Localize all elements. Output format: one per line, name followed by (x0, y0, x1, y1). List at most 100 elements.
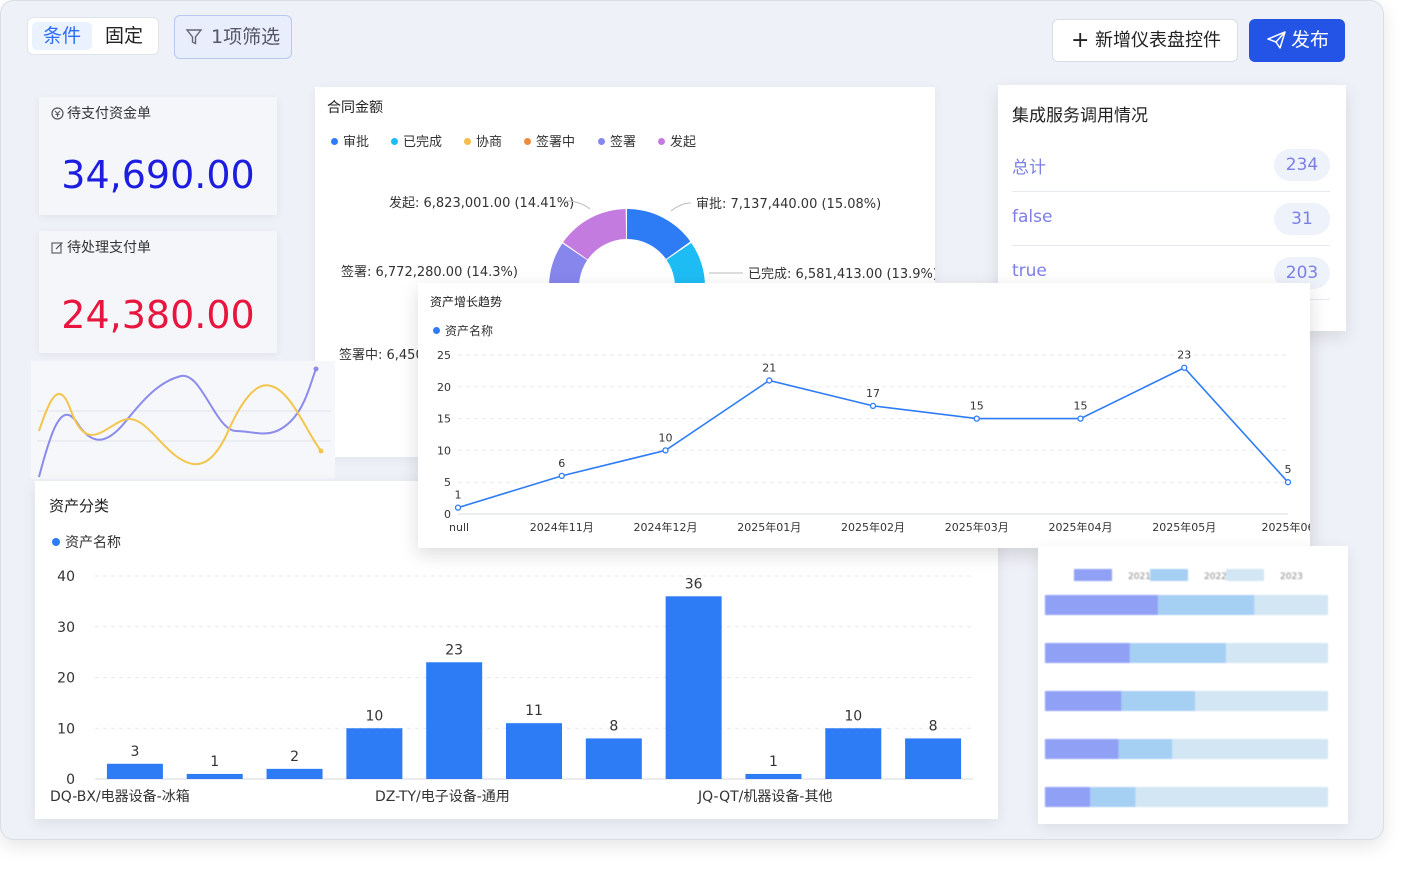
add-widget-button[interactable]: + 新增仪表盘控件 (1052, 19, 1238, 62)
kpi-card-pending-payment[interactable]: 待处理支付单 24,380.00 (39, 231, 277, 353)
stacked-bar-segment (1118, 739, 1173, 759)
stacked-bar-segment (1045, 787, 1091, 807)
y-tick-label: 20 (437, 381, 451, 394)
bar (426, 662, 483, 779)
service-row-false[interactable]: false 31 (1012, 191, 1330, 246)
y-tick-label: 40 (57, 569, 75, 585)
x-tick-label: 2025年02月 (841, 520, 905, 534)
legend-swatch (1226, 569, 1264, 581)
growth-value-label: 10 (659, 431, 673, 444)
filter-icon (185, 29, 203, 45)
bar-value-label: 3 (130, 744, 139, 760)
x-tick-label: 2025年05月 (1152, 520, 1216, 534)
stacked-bar-segment (1045, 691, 1122, 711)
tab-fixed[interactable]: 固定 (94, 22, 154, 50)
y-tick-label: 0 (66, 772, 75, 788)
dashboard-frame: 条件 固定 1项筛选 + 新增仪表盘控件 发布 合同金额 审批 已完成 协商 签署中签… (0, 0, 1384, 840)
growth-value-label: 15 (1074, 400, 1088, 413)
y-tick-label: 10 (57, 721, 75, 737)
donut-label: 审批: 7,137,440.00 (15.08%) (696, 197, 881, 212)
add-widget-label: 新增仪表盘控件 (1095, 30, 1221, 51)
bar-value-label: 10 (365, 708, 383, 724)
growth-point (973, 415, 980, 422)
kpi-title: 待支付资金单 (51, 103, 151, 123)
growth-point (869, 402, 877, 410)
bar (825, 728, 882, 779)
bar (745, 773, 802, 779)
service-row-count: 31 (1274, 203, 1330, 235)
growth-value-label: 17 (866, 387, 880, 400)
donut-label: 签署中: 6,450 (339, 347, 424, 363)
kpi-value: 24,380.00 (61, 293, 255, 337)
y-tick-label: 15 (437, 413, 451, 426)
stacked-bar-segment (1090, 787, 1136, 807)
edit-icon (51, 242, 63, 254)
service-row-count: 234 (1274, 149, 1330, 181)
stacked-bar-segment (1045, 595, 1159, 615)
decorative-wave-card (31, 361, 335, 479)
x-tick-label: null (449, 521, 469, 534)
legend-label: 2021 (1128, 572, 1151, 582)
y-tick-label: 25 (437, 349, 451, 362)
kpi-card-pending-fund[interactable]: 待支付资金单 34,690.00 (39, 97, 277, 215)
growth-point (766, 377, 773, 384)
x-tick-label: DZ-TY/电子设备-通用 (375, 788, 510, 805)
donut-leader-line (670, 202, 692, 212)
blurred-horizontal-bar-chart: 2021 2022 2023 (1045, 569, 1328, 807)
publish-label: 发布 (1291, 29, 1330, 51)
bar-value-label: 1 (210, 754, 219, 770)
growth-value-label: 15 (970, 400, 984, 413)
plus-icon: + (1071, 28, 1090, 53)
bar (905, 738, 962, 779)
x-tick-label: DQ-BX/电器设备-冰箱 (50, 788, 190, 805)
y-tick-label: 5 (444, 476, 451, 489)
legend-swatch (1150, 569, 1188, 581)
stacked-bar-segment (1135, 787, 1328, 807)
service-row-name: false (1012, 207, 1053, 227)
service-row-total[interactable]: 总计 234 (1012, 137, 1330, 192)
x-tick-label: 2025年04月 (1049, 520, 1113, 534)
growth-point (662, 447, 669, 454)
filter-button[interactable]: 1项筛选 (174, 15, 292, 59)
growth-point (454, 504, 462, 511)
legend-label: 2022 (1204, 572, 1227, 582)
growth-point (1181, 364, 1188, 371)
stacked-bar-segment (1121, 691, 1195, 711)
stacked-bar-segment (1129, 643, 1227, 663)
bar-value-label: 11 (525, 703, 543, 719)
bar (506, 723, 562, 779)
stacked-bar-segment (1045, 739, 1119, 759)
x-tick-label: 2025年03月 (945, 520, 1009, 534)
growth-point (1077, 415, 1084, 422)
service-card-title: 集成服务调用情况 (1012, 106, 1148, 126)
tab-condition[interactable]: 条件 (32, 22, 92, 50)
wave-series-line (38, 368, 317, 478)
stacked-bar-segment (1226, 643, 1328, 663)
filter-label: 1项筛选 (211, 26, 281, 48)
bar (106, 763, 163, 779)
kpi-title: 待处理支付单 (51, 237, 151, 257)
growth-point (1284, 479, 1292, 486)
donut-label: 签署: 6,772,280.00 (14.3%) (341, 264, 518, 280)
kpi-value: 34,690.00 (61, 153, 255, 197)
donut-label: 发起: 6,823,001.00 (14.41%) (389, 195, 574, 211)
x-tick-label: 2024年11月 (530, 520, 594, 534)
publish-button[interactable]: 发布 (1249, 19, 1345, 62)
y-tick-label: 0 (444, 508, 451, 521)
legend-swatch (1074, 569, 1112, 581)
donut-label: 已完成: 6,581,413.00 (13.9%) (748, 267, 935, 282)
kpi-title-text: 待支付资金单 (67, 106, 151, 122)
wave-point (313, 366, 319, 372)
y-tick-label: 30 (57, 620, 75, 636)
x-tick-label: 2025年06 (1262, 520, 1311, 534)
growth-value-label: 23 (1177, 349, 1191, 362)
bar-value-label: 8 (929, 718, 938, 734)
asset-growth-line-chart: 0 5 10 15 20 25 1 null 6 2024年11月 10 2024年12月 21 2025… (437, 349, 1311, 534)
stacked-bar-segment (1254, 595, 1328, 615)
bar-value-label: 1 (769, 754, 778, 770)
service-row-name: 总计 (1012, 158, 1046, 178)
growth-value-label: 6 (558, 457, 565, 470)
x-tick-label: 2025年01月 (737, 520, 801, 534)
growth-value-label: 21 (762, 361, 776, 374)
stacked-bar-segment (1172, 739, 1328, 759)
